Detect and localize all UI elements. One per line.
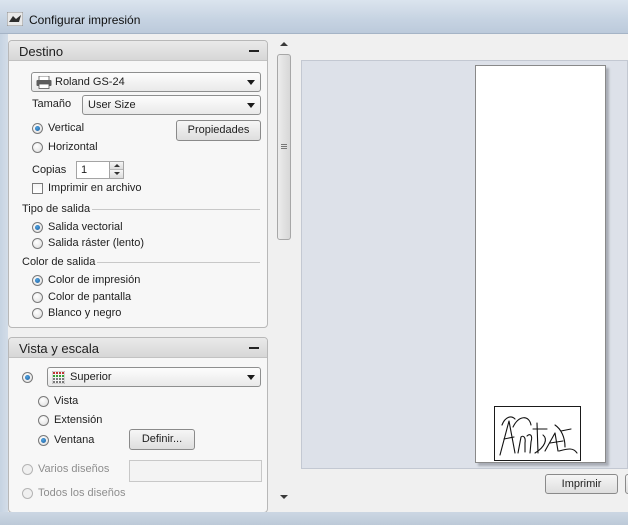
window-radio[interactable]: [38, 435, 49, 446]
title-bar: Configurar impresión: [0, 0, 628, 34]
black-white-label: Blanco y negro: [48, 307, 122, 319]
multiple-layouts-input[interactable]: [129, 460, 262, 482]
settings-scrollbar[interactable]: [275, 34, 293, 506]
display-color-radio[interactable]: [32, 292, 43, 303]
grip-line: [281, 146, 287, 147]
extents-label: Extensión: [54, 414, 103, 426]
all-layouts-radio[interactable]: [22, 488, 33, 499]
preview-drawing-frame: [494, 406, 581, 461]
window-left-frame: [0, 34, 8, 512]
scroll-up-arrow-icon[interactable]: [280, 42, 288, 46]
raster-output-radio[interactable]: [32, 238, 43, 249]
printer-icon: [36, 76, 52, 89]
raster-output-label: Salida ráster (lento): [48, 237, 144, 249]
divider: [92, 209, 260, 210]
viewport-radio[interactable]: [22, 372, 33, 383]
copies-label: Copias: [32, 164, 67, 176]
define-button[interactable]: Definir...: [129, 429, 195, 450]
window-label: Ventana: [54, 434, 95, 446]
grip-line: [281, 148, 287, 149]
print-color-label: Color de impresión: [48, 274, 141, 286]
preview-signature-drawing: [499, 416, 578, 456]
viewport-select-value: Superior: [70, 371, 112, 383]
view-label: Vista: [54, 395, 79, 407]
copies-value: 1: [81, 164, 88, 176]
vector-output-label: Salida vectorial: [48, 221, 123, 233]
window-bottom-frame: [0, 512, 628, 525]
viewport-grid-icon: [52, 371, 65, 384]
increment-icon[interactable]: [109, 162, 123, 170]
rhino-app-icon: [7, 12, 23, 26]
print-button[interactable]: Imprimir: [545, 474, 618, 494]
multiple-layouts-radio[interactable]: [22, 464, 33, 475]
chevron-down-icon: [247, 375, 255, 380]
display-color-label: Color de pantalla: [48, 291, 132, 303]
collapse-icon[interactable]: [249, 347, 259, 349]
preview-paper: [475, 65, 606, 463]
scrollbar-thumb[interactable]: [277, 54, 291, 240]
orientation-horizontal-label: Horizontal: [48, 141, 98, 153]
vector-output-radio[interactable]: [32, 222, 43, 233]
divider: [97, 262, 260, 263]
size-select[interactable]: User Size: [82, 95, 261, 115]
copies-stepper[interactable]: 1: [76, 161, 124, 179]
printer-select[interactable]: Roland GS-24: [31, 72, 261, 92]
orientation-vertical-label: Vertical: [48, 122, 85, 134]
output-type-heading: Tipo de salida: [22, 203, 91, 215]
properties-button[interactable]: Propiedades: [176, 120, 261, 141]
print-setup-window: Configurar impresión Destino Roland GS-2…: [0, 0, 628, 525]
grip-line: [281, 144, 287, 145]
extents-radio[interactable]: [38, 415, 49, 426]
print-to-file-label: Imprimir en archivo: [48, 182, 142, 194]
window-title: Configurar impresión: [29, 13, 141, 27]
orientation-horizontal-radio[interactable]: [32, 142, 43, 153]
black-white-radio[interactable]: [32, 308, 43, 319]
view-radio[interactable]: [38, 396, 49, 407]
collapse-icon[interactable]: [249, 50, 259, 52]
view-scale-panel-title: Vista y escala: [19, 341, 99, 356]
printer-select-value: Roland GS-24: [55, 76, 125, 88]
size-select-value: User Size: [88, 99, 136, 111]
destination-panel-title: Destino: [19, 44, 64, 59]
viewport-select[interactable]: Superior: [47, 367, 261, 387]
orientation-vertical-radio[interactable]: [32, 123, 43, 134]
print-to-file-checkbox[interactable]: [32, 183, 43, 194]
output-color-heading: Color de salida: [22, 256, 96, 268]
print-color-radio[interactable]: [32, 275, 43, 286]
all-layouts-label: Todos los diseños: [38, 487, 126, 499]
chevron-down-icon: [247, 80, 255, 85]
multiple-layouts-label: Varios diseños: [38, 463, 110, 475]
chevron-down-icon: [247, 103, 255, 108]
view-scale-panel-header[interactable]: Vista y escala: [9, 338, 267, 358]
scroll-down-arrow-icon[interactable]: [280, 495, 288, 499]
destination-panel-header[interactable]: Destino: [9, 41, 267, 61]
size-label: Tamaño: [32, 98, 72, 110]
decrement-icon[interactable]: [109, 170, 123, 178]
